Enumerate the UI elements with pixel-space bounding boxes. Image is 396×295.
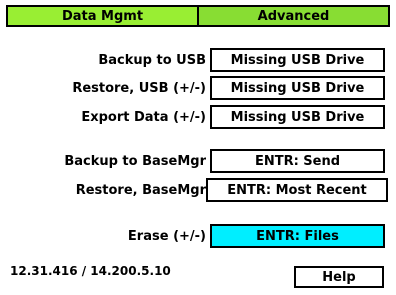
restore-usb-row: Restore, USB (+/-) Missing USB Drive: [0, 76, 396, 102]
data-management-screen: Data Mgmt Advanced Backup to USB Missing…: [0, 0, 396, 295]
backup-basemgr-button[interactable]: ENTR: Send: [210, 149, 385, 173]
restore-basemgr-label: Restore, BaseMgr: [75, 183, 206, 198]
restore-usb-button[interactable]: Missing USB Drive: [210, 76, 385, 100]
backup-basemgr-label: Backup to BaseMgr: [64, 154, 206, 169]
tab-advanced[interactable]: Advanced: [197, 7, 388, 25]
restore-usb-label: Restore, USB (+/-): [72, 81, 206, 96]
restore-basemgr-button[interactable]: ENTR: Most Recent: [206, 178, 388, 202]
export-data-row: Export Data (+/-) Missing USB Drive: [0, 105, 396, 131]
tab-data-mgmt[interactable]: Data Mgmt: [8, 7, 197, 25]
backup-usb-label: Backup to USB: [98, 53, 206, 68]
erase-label: Erase (+/-): [127, 229, 206, 244]
export-data-label: Export Data (+/-): [81, 110, 206, 125]
export-data-button[interactable]: Missing USB Drive: [210, 105, 385, 129]
version-text: 12.31.416 / 14.200.5.10: [10, 264, 171, 278]
erase-files-button[interactable]: ENTR: Files: [210, 224, 385, 248]
tab-bar: Data Mgmt Advanced: [6, 5, 390, 27]
help-button[interactable]: Help: [294, 266, 384, 288]
backup-usb-row: Backup to USB Missing USB Drive: [0, 48, 396, 74]
restore-basemgr-row: Restore, BaseMgr ENTR: Most Recent: [0, 178, 396, 204]
erase-row: Erase (+/-) ENTR: Files: [0, 224, 396, 250]
backup-basemgr-row: Backup to BaseMgr ENTR: Send: [0, 149, 396, 175]
backup-usb-button[interactable]: Missing USB Drive: [210, 48, 385, 72]
